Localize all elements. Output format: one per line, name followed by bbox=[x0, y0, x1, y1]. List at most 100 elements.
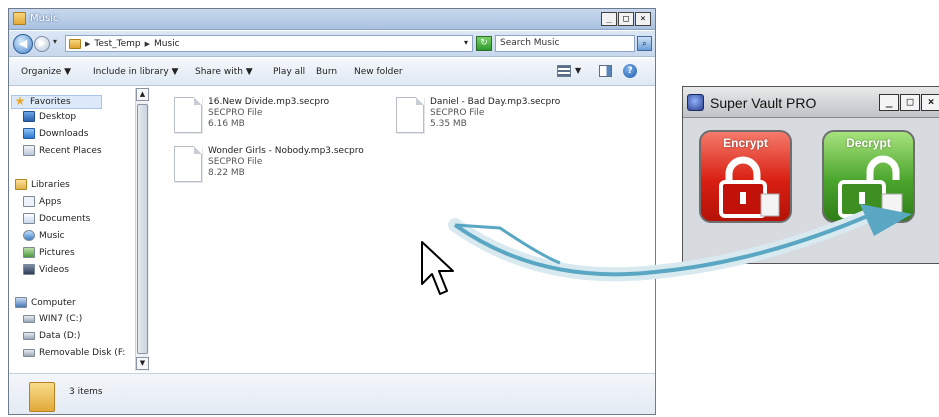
scroll-down-icon[interactable]: ▼ bbox=[136, 357, 149, 370]
file-name: 16.New Divide.mp3.secpro bbox=[208, 97, 330, 107]
item-count: 3 items bbox=[69, 387, 103, 397]
share-with-button[interactable]: Share with ▼ bbox=[195, 67, 253, 77]
history-dropdown-icon[interactable]: ▾ bbox=[53, 37, 57, 46]
nav-pictures[interactable]: Pictures bbox=[23, 247, 75, 258]
breadcrumb-test-temp[interactable]: Test_Temp bbox=[94, 39, 140, 49]
include-in-library-button[interactable]: Include in library ▼ bbox=[93, 67, 178, 77]
nav-label: Desktop bbox=[39, 111, 77, 122]
vault-title: Super Vault PRO bbox=[710, 95, 817, 111]
explorer-window: Music _ □ × ◀ ▶ ▾ ▶ Test_Temp ▶ Music ▾ … bbox=[8, 8, 656, 415]
window-title: Music bbox=[30, 13, 59, 24]
locked-padlock-icon bbox=[719, 156, 780, 218]
address-bar-row: ◀ ▶ ▾ ▶ Test_Temp ▶ Music ▾ ↻ Search Mus… bbox=[9, 31, 655, 57]
minimize-button[interactable]: _ bbox=[601, 12, 617, 26]
nav-label: Data (D:) bbox=[39, 331, 81, 341]
maximize-button[interactable]: □ bbox=[618, 12, 634, 26]
file-details: Daniel - Bad Day.mp3.secpro SECPRO File … bbox=[430, 97, 560, 133]
hard-drive-icon bbox=[23, 315, 35, 323]
music-icon bbox=[23, 230, 35, 241]
forward-button[interactable]: ▶ bbox=[34, 36, 50, 52]
nav-downloads[interactable]: Downloads bbox=[23, 128, 88, 139]
nav-libraries[interactable]: Libraries bbox=[15, 179, 70, 190]
chevron-right-icon[interactable]: ▶ bbox=[145, 40, 150, 48]
file-item[interactable]: Wonder Girls - Nobody.mp3.secpro SECPRO … bbox=[174, 146, 364, 182]
vault-minimize-button[interactable]: _ bbox=[879, 94, 899, 111]
removable-disk-icon bbox=[23, 349, 35, 357]
vault-titlebar[interactable]: Super Vault PRO _ □ × bbox=[683, 87, 939, 118]
preview-pane-icon[interactable] bbox=[599, 65, 612, 77]
encrypt-button[interactable]: Encrypt bbox=[699, 130, 792, 223]
folder-icon bbox=[69, 38, 81, 49]
burn-button[interactable]: Burn bbox=[316, 67, 337, 77]
videos-icon bbox=[23, 264, 35, 275]
scroll-up-icon[interactable]: ▲ bbox=[136, 88, 149, 101]
scroll-thumb[interactable] bbox=[137, 104, 148, 354]
file-size: 8.22 MB bbox=[208, 168, 245, 178]
nav-recent-places[interactable]: Recent Places bbox=[23, 145, 102, 156]
nav-label: Removable Disk (F: bbox=[39, 348, 126, 358]
nav-label: Pictures bbox=[39, 247, 75, 258]
nav-computer[interactable]: Computer bbox=[15, 297, 76, 308]
file-type: SECPRO File bbox=[430, 108, 485, 118]
recent-places-icon bbox=[23, 145, 35, 156]
encrypt-label: Encrypt bbox=[723, 136, 768, 150]
vault-maximize-button[interactable]: □ bbox=[900, 94, 920, 111]
play-all-button[interactable]: Play all bbox=[273, 67, 305, 77]
nav-label: Libraries bbox=[31, 179, 70, 190]
address-field[interactable]: ▶ Test_Temp ▶ Music ▾ bbox=[65, 35, 473, 52]
close-button[interactable]: × bbox=[635, 12, 651, 26]
chevron-down-icon[interactable]: ▾ bbox=[464, 38, 468, 47]
folder-icon bbox=[29, 382, 55, 412]
help-icon[interactable]: ? bbox=[623, 64, 637, 78]
nav-drive-d[interactable]: Data (D:) bbox=[23, 331, 80, 341]
file-item[interactable]: Daniel - Bad Day.mp3.secpro SECPRO File … bbox=[396, 97, 560, 133]
nav-apps[interactable]: Apps bbox=[23, 196, 61, 207]
vault-close-button[interactable]: × bbox=[921, 94, 939, 111]
file-type: SECPRO File bbox=[208, 157, 263, 167]
explorer-titlebar[interactable]: Music _ □ × bbox=[9, 9, 655, 30]
computer-icon bbox=[15, 297, 27, 308]
new-folder-button[interactable]: New folder bbox=[354, 67, 403, 77]
chevron-down-icon[interactable]: ▼ bbox=[575, 66, 581, 75]
nav-music[interactable]: Music bbox=[23, 230, 65, 241]
file-name: Wonder Girls - Nobody.mp3.secpro bbox=[208, 146, 364, 156]
refresh-button[interactable]: ↻ bbox=[476, 36, 492, 51]
nav-desktop[interactable]: Desktop bbox=[23, 111, 76, 122]
nav-scrollbar[interactable]: ▲ ▼ bbox=[135, 88, 149, 371]
file-name: Daniel - Bad Day.mp3.secpro bbox=[430, 97, 561, 107]
nav-label: Music bbox=[39, 230, 65, 241]
pictures-icon bbox=[23, 247, 35, 258]
view-options-icon[interactable] bbox=[557, 65, 571, 77]
nav-videos[interactable]: Videos bbox=[23, 264, 69, 275]
document-icon bbox=[174, 146, 202, 182]
nav-label: Documents bbox=[39, 213, 91, 224]
nav-label: Computer bbox=[31, 297, 76, 308]
document-icon bbox=[396, 97, 424, 133]
nav-documents[interactable]: Documents bbox=[23, 213, 90, 224]
breadcrumb-music[interactable]: Music bbox=[154, 39, 180, 49]
organize-button[interactable]: Organize ▼ bbox=[21, 67, 71, 77]
file-details: Wonder Girls - Nobody.mp3.secpro SECPRO … bbox=[208, 146, 364, 182]
file-size: 6.16 MB bbox=[208, 119, 245, 129]
documents-icon bbox=[23, 213, 35, 224]
nav-drive-c[interactable]: WIN7 (C:) bbox=[23, 314, 82, 324]
back-button[interactable]: ◀ bbox=[13, 34, 33, 54]
file-item[interactable]: 16.New Divide.mp3.secpro SECPRO File 6.1… bbox=[174, 97, 329, 133]
nav-label: Apps bbox=[39, 196, 62, 207]
details-pane: 3 items bbox=[9, 373, 655, 414]
nav-favorites[interactable]: ★ Favorites bbox=[11, 95, 102, 109]
search-input[interactable]: Search Music bbox=[495, 35, 635, 52]
nav-label: WIN7 (C:) bbox=[39, 314, 83, 324]
super-vault-window: Super Vault PRO _ □ × Encrypt Decrypt bbox=[682, 86, 939, 264]
desktop-icon bbox=[23, 111, 35, 122]
file-type: SECPRO File bbox=[208, 108, 263, 118]
nav-removable-disk[interactable]: Removable Disk (F: bbox=[23, 348, 125, 358]
decrypt-label: Decrypt bbox=[846, 136, 891, 150]
decrypt-button[interactable]: Decrypt bbox=[822, 130, 915, 223]
nav-label: Favorites bbox=[30, 97, 71, 107]
star-icon: ★ bbox=[14, 94, 26, 108]
unlocked-padlock-icon bbox=[838, 155, 903, 218]
search-icon[interactable]: ⌕ bbox=[637, 36, 652, 51]
command-bar: Organize ▼ Include in library ▼ Share wi… bbox=[9, 58, 655, 86]
chevron-right-icon[interactable]: ▶ bbox=[85, 40, 90, 48]
